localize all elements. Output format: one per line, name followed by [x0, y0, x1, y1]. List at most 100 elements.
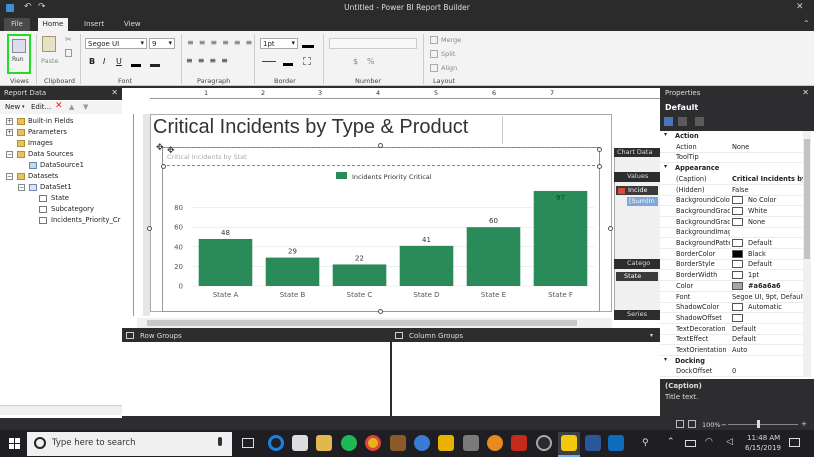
number-format-select[interactable]	[329, 38, 417, 49]
property-row[interactable]: BorderStyle Default	[660, 259, 806, 271]
zoom-slider-thumb[interactable]	[757, 420, 760, 428]
resize-handle[interactable]	[597, 147, 602, 152]
underline-button[interactable]: U	[116, 57, 122, 66]
collapse-icon[interactable]: ▾	[664, 356, 667, 363]
collapse-icon[interactable]: −	[18, 184, 25, 191]
property-row[interactable]: ShadowColor Automatic	[660, 302, 806, 314]
percent-button[interactable]: %	[367, 57, 375, 66]
property-row[interactable]: Font Segoe UI, 9pt, Default	[660, 292, 806, 303]
tree-item-datasets[interactable]: Datasets	[28, 172, 58, 180]
property-row[interactable]: BackgroundGrad None	[660, 217, 806, 228]
paste-label[interactable]: Paste	[41, 57, 59, 65]
property-row[interactable]: (Hidden) False	[660, 185, 806, 196]
spotify-icon[interactable]	[341, 435, 357, 451]
border-color-icon[interactable]	[302, 38, 314, 48]
tab-insert[interactable]: Insert	[76, 18, 112, 31]
resize-handle[interactable]	[608, 226, 613, 231]
run-button[interactable]: Run	[7, 34, 31, 74]
close-panel-icon[interactable]: ✕	[802, 88, 809, 97]
network-icon[interactable]: ◠	[705, 437, 713, 447]
people-icon[interactable]: ⚲	[642, 438, 649, 448]
collapse-ribbon-icon[interactable]: ⌃	[803, 19, 810, 28]
property-category[interactable]: ▾ Appearance	[660, 163, 806, 174]
copy-icon[interactable]	[65, 49, 72, 57]
property-row[interactable]: Color #a6a6a6	[660, 281, 806, 292]
merge-button[interactable]: Merge	[441, 36, 461, 44]
borders-icon[interactable]	[303, 57, 311, 65]
app-icon[interactable]	[414, 435, 430, 451]
expand-icon[interactable]: +	[6, 129, 13, 136]
property-value[interactable]: Default	[732, 325, 806, 333]
property-value[interactable]: 0	[732, 367, 806, 375]
collapse-icon[interactable]: ▾	[664, 163, 667, 170]
property-value[interactable]: 1pt	[748, 271, 806, 279]
tree-item-parameters[interactable]: Parameters	[28, 128, 67, 136]
windows-start-icon[interactable]	[9, 438, 20, 449]
cut-icon[interactable]: ✂	[65, 35, 72, 44]
tree-item-field-incidents[interactable]: Incidents_Priority_Critical	[51, 216, 121, 224]
outlook-icon[interactable]	[608, 435, 624, 451]
property-row[interactable]: BackgroundColor No Color	[660, 195, 806, 207]
report-builder-icon[interactable]	[561, 435, 577, 451]
app-icon[interactable]	[463, 435, 479, 451]
property-row[interactable]: BackgroundImag	[660, 227, 806, 239]
property-value[interactable]: White	[748, 207, 806, 215]
property-pages-icon[interactable]	[695, 117, 704, 126]
highlight-color-icon[interactable]	[150, 57, 160, 67]
property-row[interactable]: ToolTip	[660, 152, 806, 164]
chart-title[interactable]: Critical Incidents by Stat	[167, 153, 247, 161]
save-icon[interactable]	[6, 4, 14, 12]
collapse-icon[interactable]: −	[6, 151, 13, 158]
tree-item-builtin-fields[interactable]: Built-in Fields	[28, 117, 73, 125]
powerbi-icon[interactable]	[438, 435, 454, 451]
app-icon[interactable]	[511, 435, 527, 451]
resize-handle[interactable]	[378, 143, 383, 148]
paragraph-align-icons[interactable]: ≡≡≡≡≡≡	[187, 38, 252, 50]
pen-color-icon[interactable]	[283, 56, 293, 66]
file-explorer-icon[interactable]	[316, 435, 332, 451]
alphabetical-icon[interactable]	[678, 117, 687, 126]
property-value[interactable]: Automatic	[748, 303, 806, 311]
property-row[interactable]: ShadowOffset	[660, 313, 806, 324]
zoom-out-button[interactable]: −	[721, 421, 727, 429]
scrollbar-thumb[interactable]	[147, 320, 577, 326]
property-row[interactable]: DockOffset 0	[660, 366, 806, 377]
property-value[interactable]: #a6a6a6	[748, 282, 806, 290]
edit-button[interactable]: Edit...	[31, 103, 51, 111]
property-category[interactable]: ▾ Action	[660, 131, 806, 142]
move-down-icon[interactable]: ▼	[83, 103, 88, 111]
delete-icon[interactable]: ✕	[55, 101, 63, 111]
property-value[interactable]: None	[748, 218, 806, 226]
move-up-icon[interactable]: ▲	[69, 103, 74, 111]
collapse-icon[interactable]: −	[6, 173, 13, 180]
close-panel-icon[interactable]: ✕	[111, 88, 118, 97]
battery-icon[interactable]	[685, 440, 696, 447]
category-field-item[interactable]: State	[616, 272, 658, 281]
photo-app-icon[interactable]	[390, 435, 406, 451]
close-window-icon[interactable]: ✕	[796, 2, 804, 12]
report-title-textbox[interactable]: Critical Incidents by Type & Product	[153, 116, 501, 142]
property-row[interactable]: (Caption) Critical Incidents by St	[660, 174, 806, 185]
undo-icon[interactable]: ↶	[24, 2, 32, 12]
resize-handle[interactable]	[147, 226, 152, 231]
paragraph-justify-icons[interactable]: ≡≡≡≡	[186, 56, 246, 68]
microphone-icon[interactable]	[218, 437, 222, 446]
move-handle-icon[interactable]: ✥	[167, 146, 175, 156]
tab-view[interactable]: View	[116, 18, 149, 31]
property-value[interactable]: False	[732, 186, 806, 194]
property-row[interactable]: BackgroundPatte Default	[660, 238, 806, 249]
move-handle-icon[interactable]: ✥	[156, 143, 164, 153]
zoom-slider[interactable]	[728, 424, 798, 425]
tree-item-dataset1[interactable]: DataSet1	[40, 183, 72, 191]
property-row[interactable]: TextEffect Default	[660, 334, 806, 346]
property-row[interactable]: BorderColor Black	[660, 249, 806, 260]
zoom-in-button[interactable]: +	[801, 420, 807, 428]
volume-icon[interactable]: ◁	[726, 437, 733, 447]
tree-item-field-subcategory[interactable]: Subcategory	[51, 205, 94, 213]
word-icon[interactable]	[585, 435, 601, 451]
font-color-icon[interactable]	[131, 57, 141, 67]
bar-chart[interactable]: Incidents Priority Critical 0 20 40 60 80 48 S…	[162, 168, 600, 308]
task-view-icon[interactable]	[242, 438, 254, 448]
scrollbar-thumb[interactable]	[804, 139, 810, 259]
fit-page-icon[interactable]	[676, 420, 684, 428]
